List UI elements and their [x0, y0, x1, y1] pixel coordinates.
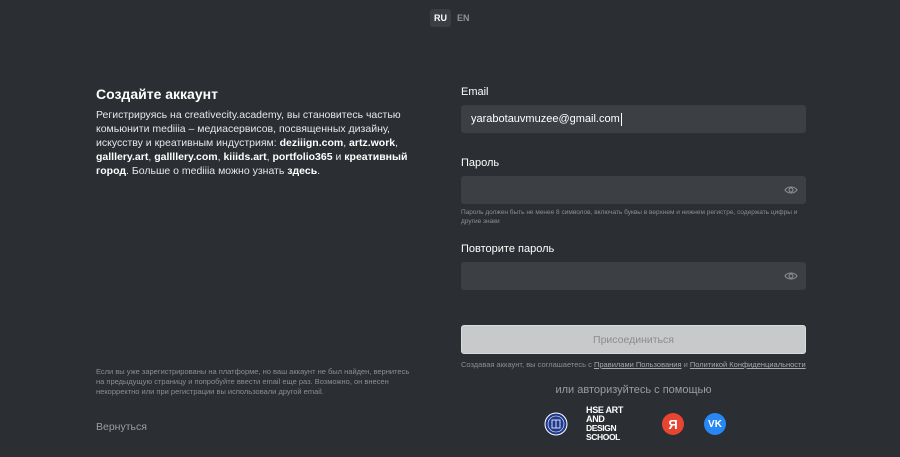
email-label: Email	[461, 86, 489, 98]
link-kiiids[interactable]: kiiids.art	[223, 151, 266, 163]
hse-login-button[interactable]	[544, 412, 568, 436]
signup-form: Email yarabotauvmuzee@gmail.com Пароль П…	[461, 86, 806, 370]
page-title: Создайте аккаунт	[96, 86, 218, 102]
link-portfolio[interactable]: portfolio365	[272, 151, 332, 163]
lang-en-button[interactable]: EN	[453, 9, 474, 27]
hse-art-design-login-button[interactable]: HSE ART AND DESIGN SCHOOL	[586, 406, 642, 442]
intro-description: Регистрируясь на creativecity.academy, в…	[96, 109, 408, 177]
vk-login-button[interactable]: VK	[704, 413, 726, 435]
terms-and: и	[681, 360, 690, 369]
link-here[interactable]: здесь	[287, 165, 317, 177]
hse-art-logo-line2: DESIGN SCHOOL	[586, 423, 620, 442]
link-galllery-com[interactable]: gallllery.com	[154, 151, 217, 163]
privacy-link[interactable]: Политикой Конфиденциальности	[690, 360, 806, 369]
text-cursor	[620, 112, 622, 126]
back-link[interactable]: Вернуться	[96, 421, 147, 433]
terms-text: Создавая аккаунт, вы соглашаетесь с Прав…	[461, 360, 806, 370]
email-value: yarabotauvmuzee@gmail.com	[471, 113, 620, 125]
hse-logo-icon	[544, 412, 568, 436]
show-repeat-password-icon[interactable]	[784, 270, 798, 282]
password-label: Пароль	[461, 157, 500, 169]
account-not-found-note: Если вы уже зарегистрированы на платформ…	[96, 367, 410, 396]
vk-icon: VK	[708, 418, 722, 430]
intro-and: и	[332, 151, 345, 163]
show-password-icon[interactable]	[784, 184, 798, 196]
hse-art-logo-line1: HSE ART AND	[586, 405, 624, 424]
yandex-login-button[interactable]: Я	[662, 413, 684, 435]
password-field[interactable]	[461, 176, 806, 204]
terms-link[interactable]: Правилами Пользования	[594, 360, 682, 369]
language-switcher: RU EN	[430, 9, 474, 27]
oauth-label: или авторизуйтесь с помощью	[555, 384, 712, 396]
oauth-providers: HSE ART AND DESIGN SCHOOL Я VK	[544, 406, 726, 442]
lang-ru-button[interactable]: RU	[430, 9, 451, 27]
repeat-password-field[interactable]	[461, 262, 806, 290]
intro-more: . Больше о mediiia можно узнать	[126, 165, 288, 177]
yandex-icon: Я	[668, 416, 678, 432]
link-deziign[interactable]: deziiign.com	[280, 137, 344, 149]
link-artz[interactable]: artz.work	[349, 137, 395, 149]
terms-prefix: Создавая аккаунт, вы соглашаетесь с	[461, 360, 594, 369]
email-field[interactable]: yarabotauvmuzee@gmail.com	[461, 105, 806, 133]
password-hint: Пароль должен быть не менее 8 символов, …	[461, 209, 798, 225]
repeat-password-label: Повторите пароль	[461, 243, 555, 255]
join-button[interactable]: Присоединиться	[461, 325, 806, 354]
link-galllery-art[interactable]: galllery.art	[96, 151, 148, 163]
intro-section: Создайте аккаунт Регистрируясь на creati…	[96, 86, 416, 178]
